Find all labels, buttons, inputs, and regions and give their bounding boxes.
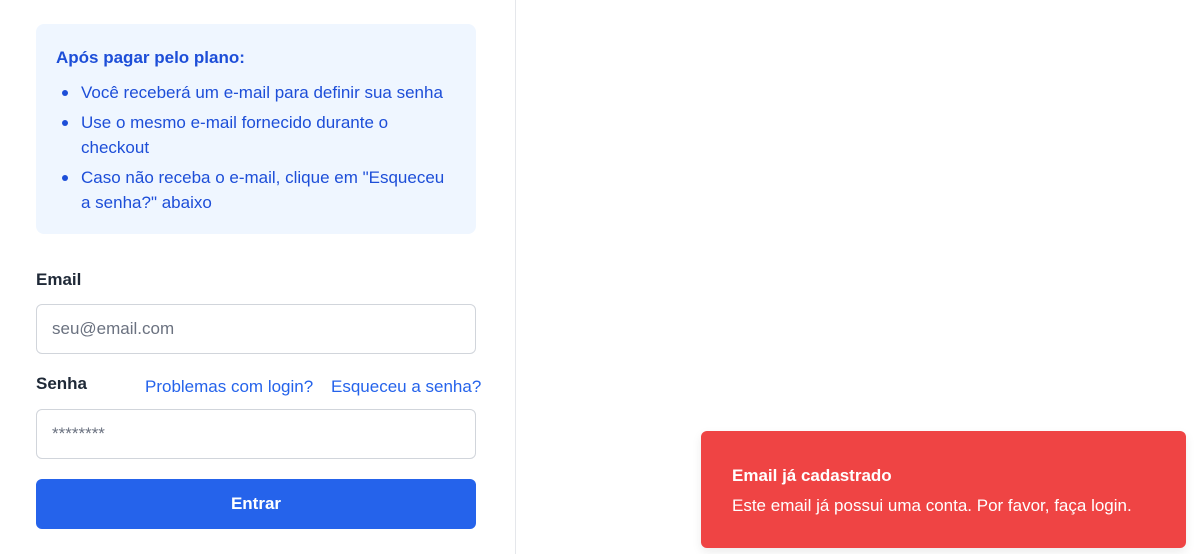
error-toast[interactable]: Email já cadastrado Este email já possui… [701, 431, 1186, 548]
info-title: Após pagar pelo plano: [56, 48, 245, 67]
bullet-icon [62, 120, 68, 126]
info-item-text: Caso não receba o e-mail, clique em "Esq… [81, 168, 445, 212]
bullet-icon [62, 90, 68, 96]
info-item-text: Você receberá um e-mail para definir sua… [81, 83, 443, 102]
login-button[interactable]: Entrar [36, 479, 476, 529]
toast-message: Este email já possui uma conta. Por favo… [732, 496, 1132, 515]
info-box: Após pagar pelo plano: Você receberá um … [36, 24, 476, 234]
login-panel: Após pagar pelo plano: Você receberá um … [0, 0, 516, 554]
toast-title: Email já cadastrado [732, 466, 892, 485]
info-item: Você receberá um e-mail para definir sua… [56, 80, 456, 105]
info-list: Você receberá um e-mail para definir sua… [56, 80, 456, 215]
info-item: Use o mesmo e-mail fornecido durante o c… [56, 110, 456, 160]
password-label: Senha [36, 374, 88, 393]
info-item: Caso não receba o e-mail, clique em "Esq… [56, 165, 456, 215]
bullet-icon [62, 175, 68, 181]
forgot-password-link[interactable]: Esqueceu a senha? [331, 377, 481, 397]
info-item-text: Use o mesmo e-mail fornecido durante o c… [81, 113, 389, 157]
password-field[interactable] [36, 409, 476, 459]
login-problems-link[interactable]: Problemas com login? [145, 377, 313, 397]
email-field[interactable] [36, 304, 476, 354]
email-label: Email [36, 270, 82, 289]
